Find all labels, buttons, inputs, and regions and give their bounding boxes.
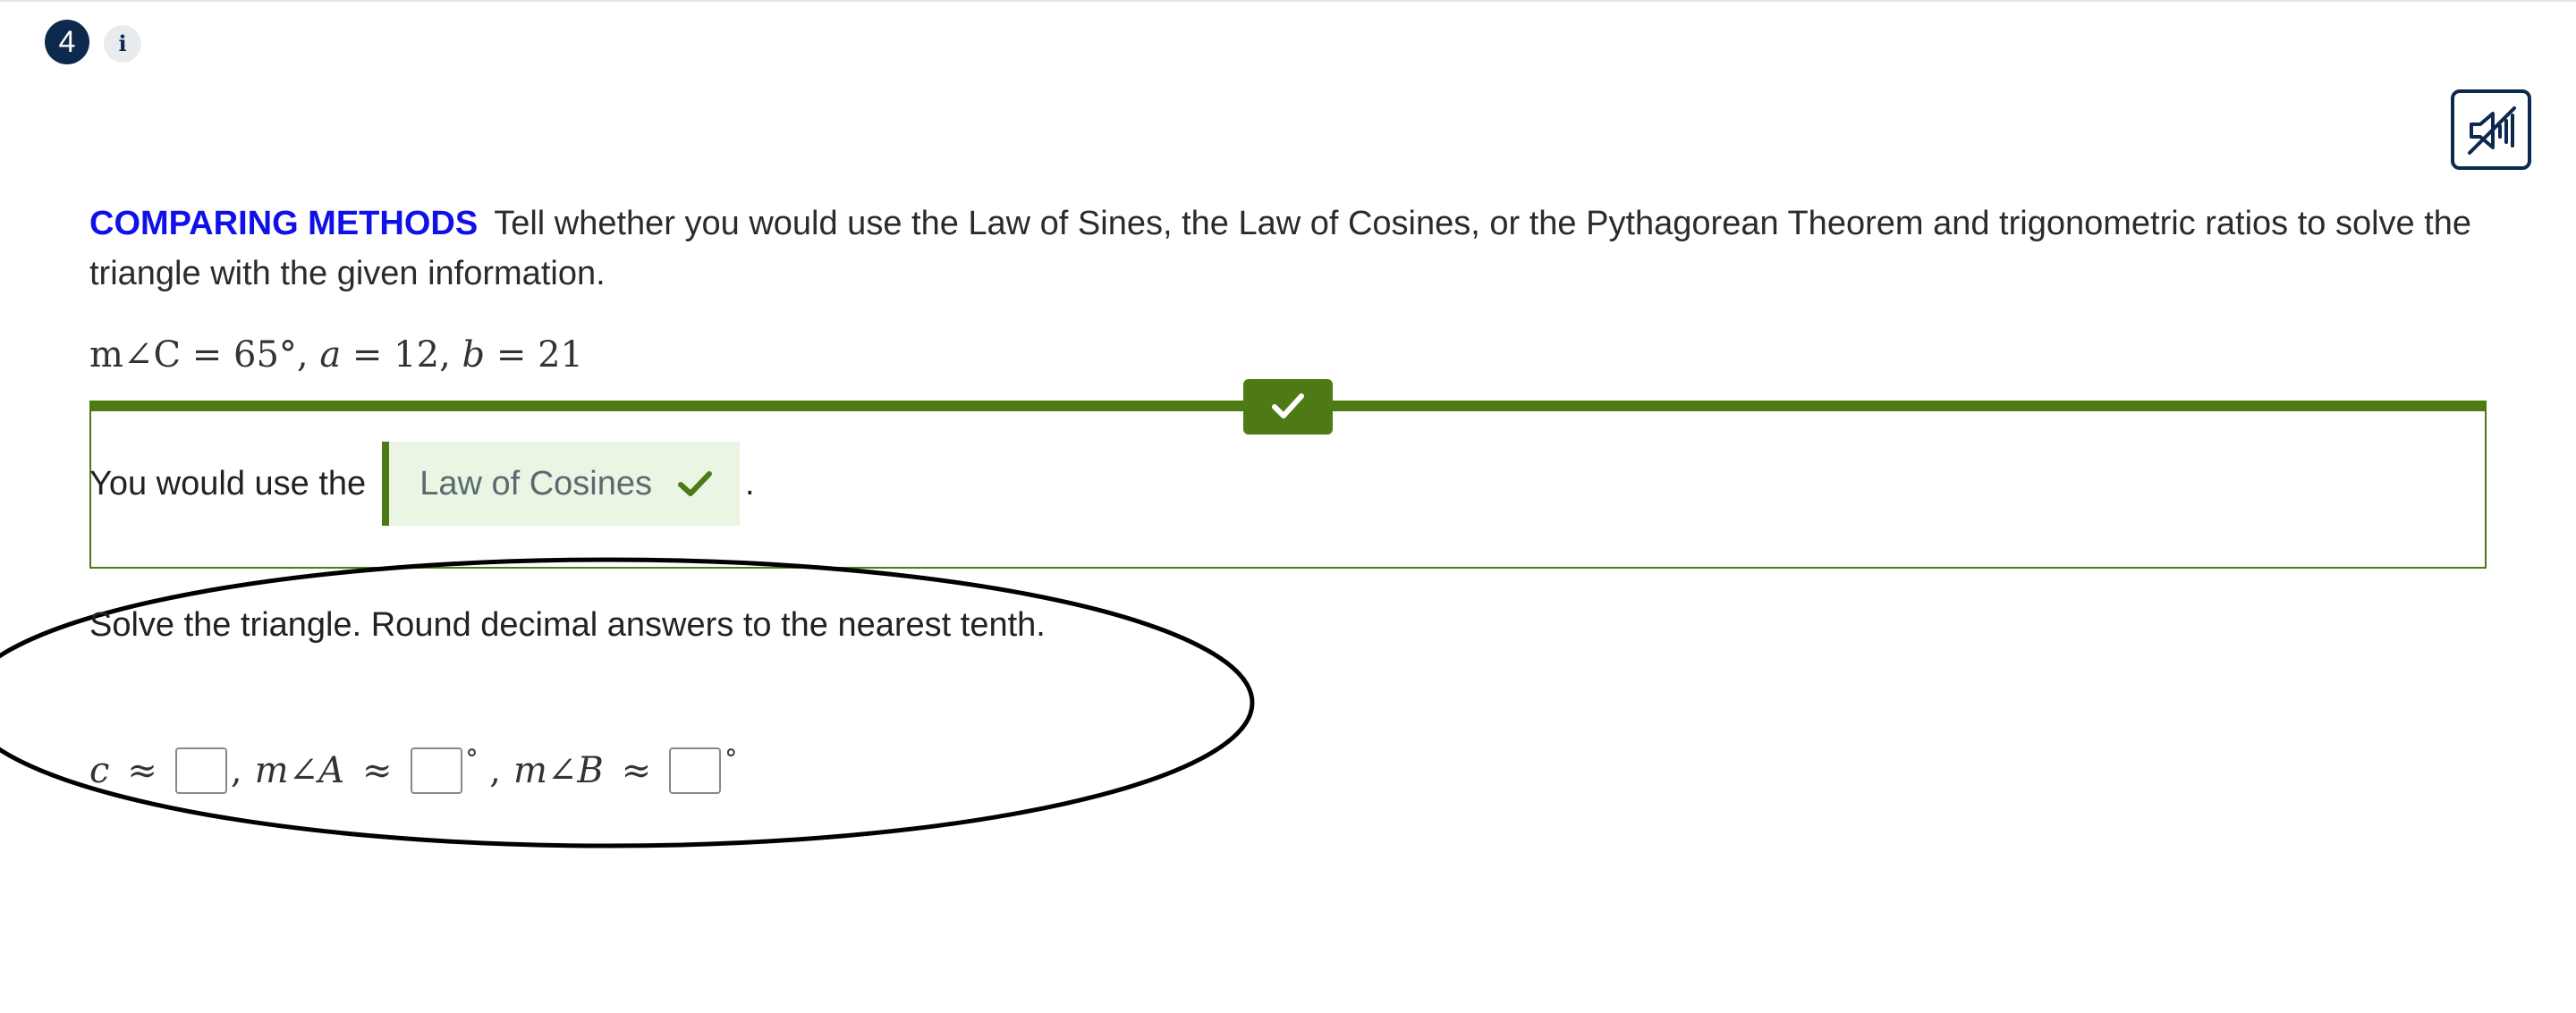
checkmark-icon (678, 471, 712, 496)
given-information: m∠C = 65°, a = 12, b = 21 (89, 334, 583, 376)
side-c-input[interactable] (174, 747, 227, 794)
part2-answer-row: c ≈ , m∠A ≈ ° , m∠B ≈ ° (89, 744, 738, 796)
hand-drawn-ellipse-annotation (0, 557, 1255, 848)
part1-trailing-period: . (745, 464, 755, 502)
part1-answer-dropdown[interactable]: Law of Cosines (382, 442, 740, 526)
checkmark-icon (1272, 393, 1304, 418)
part1-answer-value: Law of Cosines (419, 464, 652, 502)
top-border (0, 0, 2576, 2)
speaker-muted-icon (2468, 106, 2516, 155)
degree-symbol: ° (465, 744, 479, 773)
angle-a-input[interactable] (410, 747, 462, 794)
approx-sign: ≈ (361, 750, 393, 791)
part1-lead-text: You would use the (89, 464, 367, 502)
given-b-label: b (462, 334, 486, 376)
angle-b-input[interactable] (669, 747, 722, 794)
approx-sign: ≈ (127, 750, 157, 791)
separator-comma: , (478, 750, 501, 791)
question-number-badge: 4 (45, 20, 89, 64)
field-label-angle-a: m∠A (254, 750, 344, 791)
given-angle-value: 65° (233, 334, 297, 376)
separator-comma: , (230, 750, 242, 791)
field-label-angle-b: m∠B (513, 750, 604, 791)
correct-indicator-tab (1243, 379, 1333, 435)
prompt-tag: COMPARING METHODS (89, 205, 479, 242)
approx-sign: ≈ (621, 750, 652, 791)
info-button[interactable]: i (104, 25, 141, 63)
given-b-value: 21 (538, 334, 583, 376)
question-prompt: COMPARING METHODS Tell whether you would … (89, 198, 2496, 299)
part2-instruction: Solve the triangle. Round decimal answer… (89, 606, 1046, 644)
given-a-label: a (319, 334, 342, 376)
part1-answer-line: You would use the Law of Cosines . (89, 442, 755, 526)
field-label-c: c (89, 750, 110, 791)
given-a-value: 12 (394, 334, 440, 376)
audio-toggle-button[interactable] (2451, 89, 2531, 170)
degree-symbol: ° (724, 744, 738, 773)
given-angle-label: m∠C (89, 334, 182, 376)
